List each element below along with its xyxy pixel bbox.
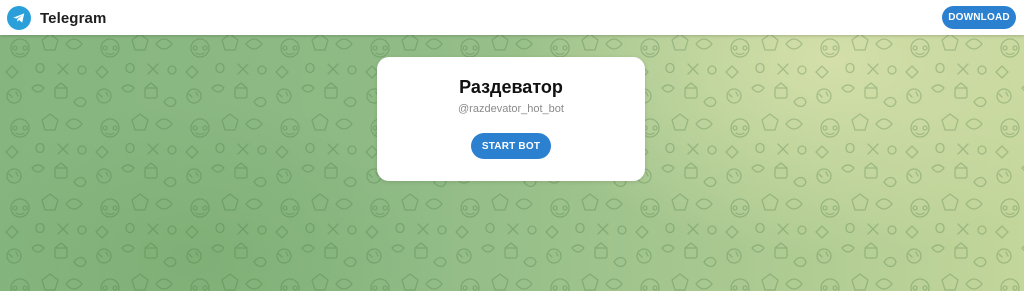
download-button[interactable]: DOWNLOAD	[942, 6, 1016, 29]
paper-plane-icon	[7, 6, 31, 30]
start-bot-button[interactable]: START BOT	[471, 133, 551, 159]
bot-title: Раздеватор	[459, 77, 563, 97]
top-bar: Telegram DOWNLOAD	[0, 0, 1024, 35]
bot-username: @razdevator_hot_bot	[458, 103, 564, 115]
bot-card: Раздеватор @razdevator_hot_bot START BOT	[377, 57, 645, 181]
brand-name: Telegram	[40, 9, 107, 27]
brand[interactable]: Telegram	[7, 6, 106, 30]
